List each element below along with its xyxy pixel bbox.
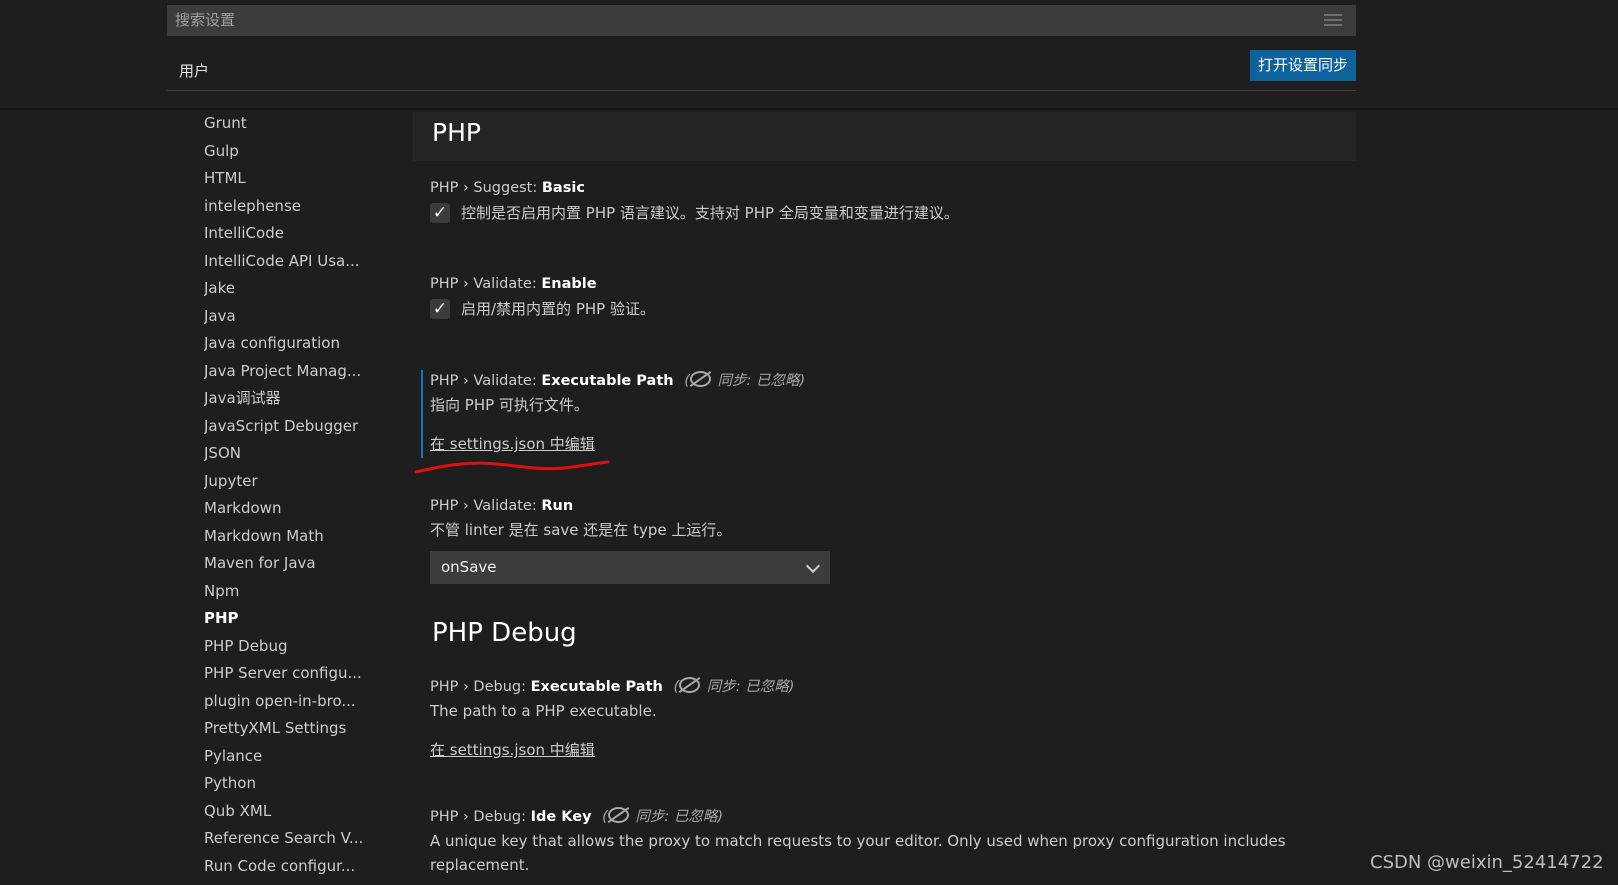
settings-header: 搜索设置 用户 打开设置同步 — [0, 0, 1618, 110]
setting-suggest-basic: PHP › Suggest: Basic ✓ 控制是否启用内置 PHP 语言建议… — [430, 177, 1330, 223]
toc-item-active[interactable]: PHP — [204, 607, 404, 635]
setting-description: The path to a PHP executable. — [430, 702, 657, 720]
checkbox-row: ✓ 启用/禁用内置的 PHP 验证。 — [430, 298, 1330, 319]
setting-description: 指向 PHP 可执行文件。 — [430, 396, 589, 414]
chevron-down-icon — [805, 558, 821, 574]
toc-item[interactable]: Markdown Math — [204, 525, 404, 553]
setting-description: 启用/禁用内置的 PHP 验证。 — [461, 300, 655, 318]
toc-item[interactable]: Java — [204, 305, 404, 333]
edit-in-settings-json-link[interactable]: 在 settings.json 中编辑 — [430, 739, 595, 760]
toc-item[interactable]: HTML — [204, 167, 404, 195]
checkbox-row: ✓ 控制是否启用内置 PHP 语言建议。支持对 PHP 全局变量和变量进行建议。 — [430, 202, 1330, 223]
tab-user[interactable]: 用户 — [167, 56, 221, 91]
setting-title: PHP › Debug: Ide Key ( 同步: 已忽略) — [430, 807, 724, 825]
toc-item[interactable]: IntelliCode — [204, 222, 404, 250]
toc-item[interactable]: Python — [204, 772, 404, 800]
toc-item[interactable]: Java调试器 — [204, 387, 404, 415]
setting-focus-indicator — [421, 370, 423, 458]
toc-item[interactable]: JSON — [204, 442, 404, 470]
toc-item[interactable]: Npm — [204, 580, 404, 608]
section-title: PHP — [432, 118, 481, 147]
setting-title: PHP › Validate: Executable Path ( 同步: 已忽… — [430, 371, 806, 389]
sync-ignored-icon — [607, 807, 629, 823]
setting-validate-executable-path: PHP › Validate: Executable Path ( 同步: 已忽… — [430, 370, 1330, 454]
red-underline-annotation — [414, 460, 610, 474]
toc-item[interactable]: intelephense — [204, 195, 404, 223]
toc-item[interactable]: Gulp — [204, 140, 404, 168]
turn-on-settings-sync-button[interactable]: 打开设置同步 — [1250, 50, 1356, 81]
toc-item[interactable]: IntelliCode API Usa... — [204, 250, 404, 278]
check-icon[interactable]: ✓ — [430, 202, 450, 223]
watermark: CSDN @weixin_52414722 — [1370, 852, 1604, 873]
toc-item[interactable]: plugin open-in-bro... — [204, 690, 404, 718]
setting-title: PHP › Validate: Enable — [430, 276, 597, 292]
sync-ignored-icon — [689, 371, 711, 387]
setting-title: PHP › Validate: Run — [430, 498, 574, 514]
sync-ignored-icon — [679, 677, 701, 693]
section-header-php: PHP — [413, 112, 1356, 161]
filter-list-icon[interactable] — [1324, 14, 1342, 26]
sync-ignored-indicator[interactable]: ( 同步: 已忽略) — [673, 677, 794, 695]
toc-item[interactable]: Java Project Manag... — [204, 360, 404, 388]
select-value: onSave — [441, 558, 497, 576]
toc-item[interactable]: Grunt — [204, 112, 404, 140]
toc-item[interactable]: PrettyXML Settings — [204, 717, 404, 745]
setting-debug-executable-path: PHP › Debug: Executable Path ( 同步: 已忽略) … — [430, 676, 1330, 760]
setting-validate-enable: PHP › Validate: Enable ✓ 启用/禁用内置的 PHP 验证… — [430, 273, 1330, 319]
setting-description: replacement. — [430, 856, 530, 874]
validate-run-select[interactable]: onSave — [430, 551, 830, 584]
toc-item[interactable]: Java configuration — [204, 332, 404, 360]
toc-item[interactable]: JavaScript Debugger — [204, 415, 404, 443]
edit-in-settings-json-link[interactable]: 在 settings.json 中编辑 — [430, 433, 595, 454]
toc-item[interactable]: Reference Search V... — [204, 827, 404, 855]
search-input[interactable]: 搜索设置 — [167, 5, 1356, 36]
setting-title: PHP › Debug: Executable Path ( 同步: 已忽略) — [430, 677, 795, 695]
toc-item[interactable]: PHP Debug — [204, 635, 404, 663]
section-title-php-debug: PHP Debug — [432, 618, 577, 648]
toc-item[interactable]: Jupyter — [204, 470, 404, 498]
check-icon[interactable]: ✓ — [430, 298, 450, 319]
sync-ignored-indicator[interactable]: ( 同步: 已忽略) — [684, 371, 805, 389]
setting-description: A unique key that allows the proxy to ma… — [430, 832, 1286, 850]
setting-title: PHP › Suggest: Basic — [430, 180, 585, 196]
setting-debug-ide-key: PHP › Debug: Ide Key ( 同步: 已忽略) A unique… — [430, 806, 1330, 876]
setting-validate-run: PHP › Validate: Run 不管 linter 是在 save 还是… — [430, 495, 1330, 584]
toc-item[interactable]: Jake — [204, 277, 404, 305]
setting-description: 控制是否启用内置 PHP 语言建议。支持对 PHP 全局变量和变量进行建议。 — [461, 204, 959, 222]
toc-item[interactable]: Qub XML — [204, 800, 404, 828]
toc-item[interactable]: PHP Server configu... — [204, 662, 404, 690]
toc-item[interactable]: Maven for Java — [204, 552, 404, 580]
search-placeholder: 搜索设置 — [175, 11, 236, 29]
toc-item[interactable]: Run Code configur... — [204, 855, 404, 883]
setting-description: 不管 linter 是在 save 还是在 type 上运行。 — [430, 521, 732, 539]
toc-item[interactable]: Markdown — [204, 497, 404, 525]
settings-toc: Grunt Gulp HTML intelephense IntelliCode… — [204, 112, 404, 882]
toc-item[interactable]: Pylance — [204, 745, 404, 773]
sync-ignored-indicator[interactable]: ( 同步: 已忽略) — [602, 807, 723, 825]
tab-divider — [167, 90, 1356, 91]
